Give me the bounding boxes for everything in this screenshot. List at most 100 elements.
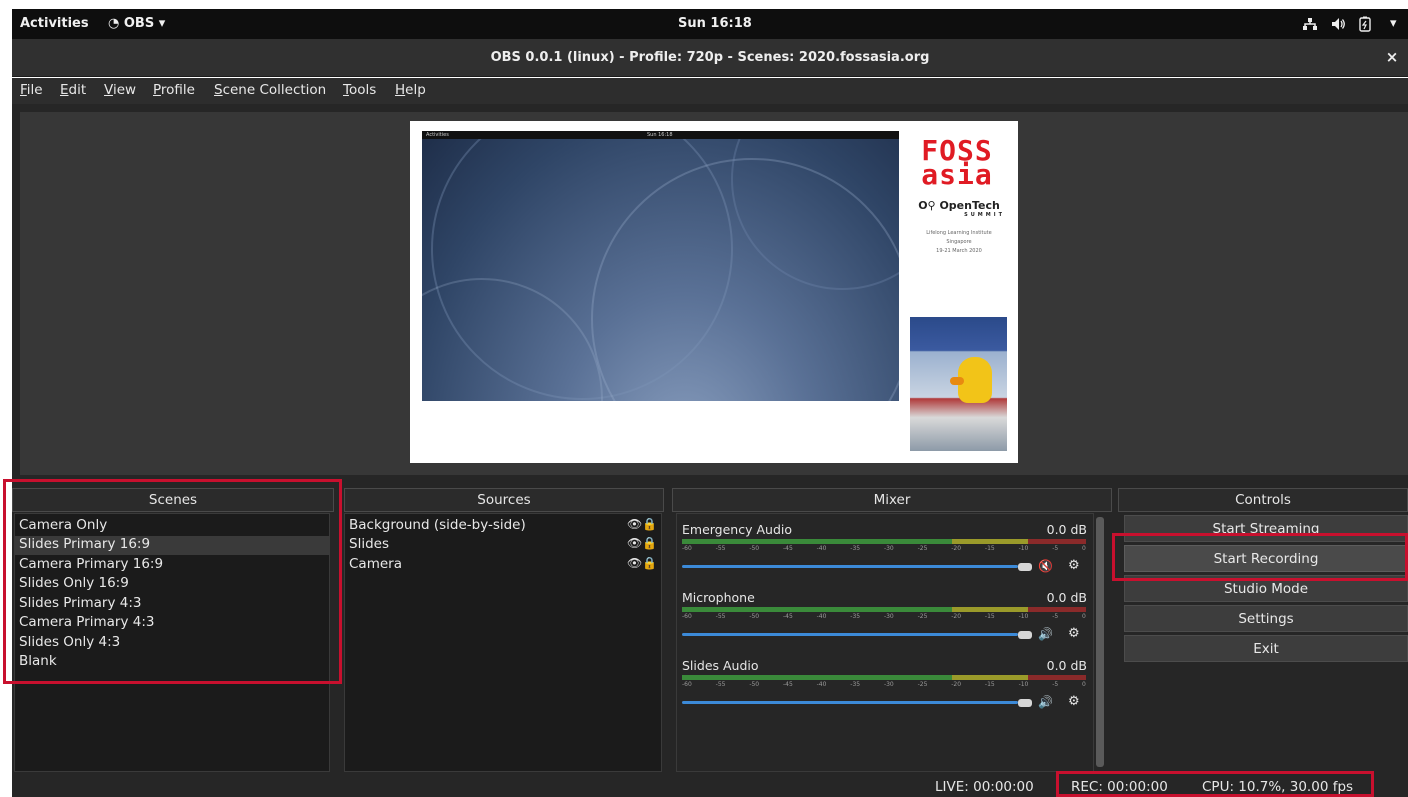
menu-help[interactable]: Help bbox=[395, 82, 426, 98]
volume-slider[interactable] bbox=[682, 701, 1018, 704]
network-icon[interactable] bbox=[1302, 16, 1318, 36]
meter-tick-label: -30 bbox=[883, 545, 894, 552]
exit-button[interactable]: Exit bbox=[1124, 635, 1408, 662]
meter-tick-label: -10 bbox=[1018, 545, 1029, 552]
meter-tick-label: -15 bbox=[984, 545, 995, 552]
start-streaming-button[interactable]: Start Streaming bbox=[1124, 515, 1408, 542]
scene-item[interactable]: Camera Primary 4:3 bbox=[19, 614, 154, 633]
meter-tick-label: -40 bbox=[816, 613, 827, 620]
meter-tick-label: -45 bbox=[782, 545, 793, 552]
meter-tick-label: -45 bbox=[782, 613, 793, 620]
mixer-scrollbar[interactable] bbox=[1096, 517, 1104, 767]
speaker-icon[interactable]: 🔊 bbox=[1038, 627, 1053, 641]
menu-file[interactable]: File bbox=[20, 82, 43, 98]
gear-icon[interactable]: ⚙ bbox=[1068, 694, 1080, 709]
meter-tick-label: 0 bbox=[1082, 613, 1086, 620]
menu-tools-label: ools bbox=[348, 82, 377, 98]
source-item[interactable]: Camera bbox=[349, 556, 402, 575]
app-menu-label: OBS bbox=[123, 16, 155, 31]
volume-slider-handle[interactable] bbox=[1018, 699, 1032, 707]
mixer-channel-name: Slides Audio bbox=[682, 658, 759, 673]
source-item[interactable]: Background (side-by-side) bbox=[349, 517, 526, 536]
meter-tick-label: -35 bbox=[850, 545, 861, 552]
close-window-button[interactable]: × bbox=[1382, 48, 1402, 68]
meter-tick-label: -55 bbox=[715, 545, 726, 552]
studio-mode-button[interactable]: Studio Mode bbox=[1124, 575, 1408, 602]
settings-button[interactable]: Settings bbox=[1124, 605, 1408, 632]
menu-view-mnemonic: V bbox=[104, 82, 113, 98]
obs-logo-icon: ◔ bbox=[108, 16, 120, 31]
meter-tick-label: -35 bbox=[850, 613, 861, 620]
source-visibility-lock-icons[interactable]: 👁🔒 bbox=[627, 556, 657, 570]
gear-icon[interactable]: ⚙ bbox=[1068, 558, 1080, 573]
scene-item-selected[interactable]: Slides Primary 16:9 bbox=[15, 536, 329, 555]
menu-tools[interactable]: Tools bbox=[343, 82, 376, 98]
meter-tick-label: -25 bbox=[917, 545, 928, 552]
mixer-channel-db: 0.0 dB bbox=[1046, 658, 1087, 673]
source-visibility-lock-icons[interactable]: 👁🔒 bbox=[627, 536, 657, 550]
source-item[interactable]: Slides bbox=[349, 536, 389, 555]
captured-top-bar: Activities Sun 16:18 bbox=[422, 131, 899, 139]
speaker-muted-icon[interactable]: 🔇 bbox=[1038, 559, 1053, 573]
clock[interactable]: Sun 16:18 bbox=[678, 16, 752, 31]
scene-item[interactable]: Slides Primary 4:3 bbox=[19, 595, 141, 614]
caret-down-icon: ▾ bbox=[158, 16, 166, 31]
meter-tick-label: 0 bbox=[1082, 545, 1086, 552]
scenes-dock-title: Scenes bbox=[12, 488, 334, 512]
meter-scale: -60 -55 -50 -45 -40 -35 -30 -25 -20 -15 -10 -5 0 bbox=[682, 545, 1086, 553]
preview-canvas[interactable]: Activities Sun 16:18 FOSS asia O⚲ OpenTe… bbox=[410, 121, 1018, 463]
opentech-mark-icon: O⚲ bbox=[918, 199, 940, 212]
menu-scene-collection[interactable]: Scene Collection bbox=[214, 82, 326, 98]
scene-item[interactable]: Blank bbox=[19, 653, 57, 672]
scene-item[interactable]: Camera Primary 16:9 bbox=[19, 556, 163, 575]
meter-tick-label: -15 bbox=[984, 681, 995, 688]
menu-view-label: iew bbox=[112, 82, 137, 98]
meter-tick-label: -5 bbox=[1052, 681, 1059, 688]
rec-timer: REC: 00:00:00 bbox=[1071, 779, 1168, 795]
volume-icon[interactable] bbox=[1330, 16, 1346, 36]
meter-tick-label: -30 bbox=[883, 613, 894, 620]
volume-meter-peak bbox=[1028, 539, 1086, 544]
speaker-icon[interactable]: 🔊 bbox=[1038, 695, 1053, 709]
menu-help-mnemonic: H bbox=[395, 82, 406, 98]
meter-tick-label: -40 bbox=[816, 681, 827, 688]
scene-item[interactable]: Slides Only 4:3 bbox=[19, 634, 120, 653]
sources-dock-title: Sources bbox=[344, 488, 664, 512]
meter-tick-label: -60 bbox=[682, 545, 692, 552]
source-visibility-lock-icons[interactable]: 👁🔒 bbox=[627, 517, 657, 531]
meter-tick-label: -50 bbox=[749, 613, 760, 620]
mixer-channel-db: 0.0 dB bbox=[1046, 522, 1087, 537]
wallpaper-curves bbox=[422, 139, 899, 401]
scene-item[interactable]: Slides Only 16:9 bbox=[19, 575, 129, 594]
window-title-bar: OBS 0.0.1 (linux) - Profile: 720p - Scen… bbox=[12, 39, 1408, 77]
volume-slider-handle[interactable] bbox=[1018, 563, 1032, 571]
opentech-summit-logo: O⚲ OpenTech SUMMIT bbox=[907, 199, 1011, 218]
meter-tick-label: -10 bbox=[1018, 681, 1029, 688]
meter-tick-label: -15 bbox=[984, 613, 995, 620]
meter-tick-label: -50 bbox=[749, 681, 760, 688]
mixer-dock-title: Mixer bbox=[672, 488, 1112, 512]
system-menu-caret-icon[interactable]: ▾ bbox=[1390, 16, 1397, 31]
meter-tick-label: -20 bbox=[951, 545, 962, 552]
battery-icon[interactable] bbox=[1358, 16, 1372, 36]
menu-edit[interactable]: Edit bbox=[60, 82, 86, 98]
sources-list[interactable]: Background (side-by-side) 👁🔒 Slides 👁🔒 C… bbox=[344, 513, 662, 772]
start-recording-button[interactable]: Start Recording bbox=[1124, 545, 1408, 572]
mixer-channel-db: 0.0 dB bbox=[1046, 590, 1087, 605]
volume-slider-handle[interactable] bbox=[1018, 631, 1032, 639]
camera-feed-thumbnail bbox=[910, 317, 1007, 451]
activities-button[interactable]: Activities bbox=[20, 16, 89, 31]
scene-item[interactable]: Camera Only bbox=[19, 517, 107, 536]
mixer-channel-name: Emergency Audio bbox=[682, 522, 793, 537]
menu-view[interactable]: View bbox=[104, 82, 136, 98]
menu-profile[interactable]: Profile bbox=[153, 82, 195, 98]
mixer-channel-name: Microphone bbox=[682, 590, 755, 605]
opentech-text: OpenTech bbox=[939, 199, 1000, 212]
meter-tick-label: -10 bbox=[1018, 613, 1029, 620]
volume-slider[interactable] bbox=[682, 565, 1018, 568]
scenes-list[interactable]: Camera Only Slides Primary 16:9 Camera P… bbox=[14, 513, 330, 772]
gear-icon[interactable]: ⚙ bbox=[1068, 626, 1080, 641]
volume-slider[interactable] bbox=[682, 633, 1018, 636]
app-menu[interactable]: ◔ OBS ▾ bbox=[108, 16, 165, 31]
gnome-top-bar: Activities ◔ OBS ▾ Sun 16:18 ▾ bbox=[12, 9, 1408, 39]
